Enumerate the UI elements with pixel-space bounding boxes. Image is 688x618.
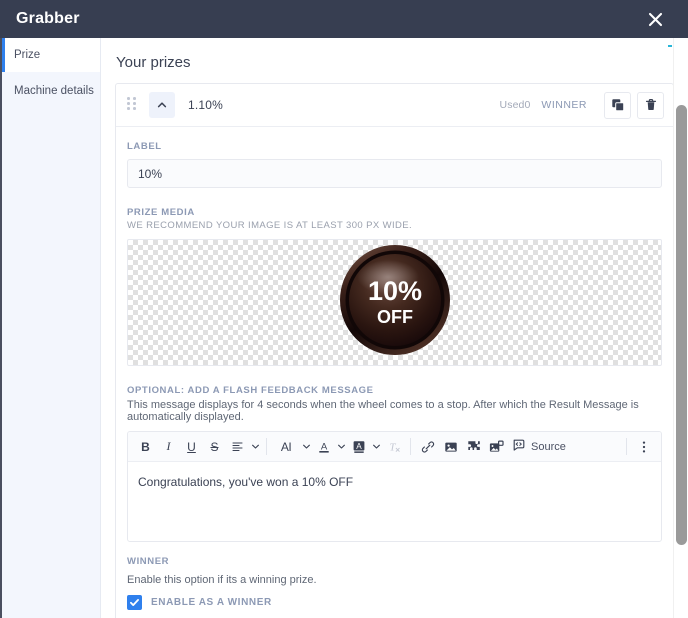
- text-color-button[interactable]: A: [313, 436, 334, 457]
- prize-card-header: 1.10% Used0 WINNER: [116, 84, 673, 127]
- chevron-down-icon: [337, 438, 346, 456]
- prize-card: 1.10% Used0 WINNER LABEL 10% PRIZE MEDIA…: [115, 83, 674, 618]
- main-panel: Your prizes 1.10% Used0 WINNER LABEL 10%…: [101, 38, 688, 618]
- window-body: Prize Machine details Your prizes 1.10% …: [0, 38, 688, 618]
- close-button[interactable]: [642, 6, 668, 32]
- collapse-toggle-button[interactable]: [149, 92, 175, 118]
- font-size-dropdown-caret[interactable]: [300, 436, 312, 457]
- puzzle-piece-icon: [467, 440, 481, 454]
- highlight-dropdown-caret[interactable]: [370, 436, 382, 457]
- drag-dots-icon[interactable]: [127, 97, 141, 113]
- image-icon: [444, 440, 458, 454]
- trash-icon: [644, 98, 658, 112]
- flash-message-title: OPTIONAL: ADD A FLASH FEEDBACK MESSAGE: [127, 385, 374, 396]
- delete-prize-button[interactable]: [637, 91, 664, 119]
- checkmark-icon: [129, 597, 140, 608]
- template-button[interactable]: [463, 436, 484, 457]
- sidebar-item-prize[interactable]: Prize: [2, 38, 100, 72]
- bold-button[interactable]: B: [135, 436, 156, 457]
- window-title-bar: Grabber: [0, 0, 688, 38]
- insert-image-button[interactable]: [440, 436, 461, 457]
- editor-content[interactable]: Congratulations, you've won a 10% OFF: [128, 462, 661, 541]
- source-button[interactable]: Source: [508, 436, 570, 457]
- svg-text:T: T: [389, 441, 396, 453]
- insert-media-button[interactable]: [486, 436, 507, 457]
- label-field-title: LABEL: [127, 141, 162, 152]
- vertical-scrollbar-track[interactable]: [673, 38, 688, 618]
- flash-message-helper: This message displays for 4 seconds when…: [127, 399, 639, 423]
- source-label: Source: [531, 440, 566, 453]
- remove-format-icon: T: [387, 440, 401, 454]
- scroll-marker: [668, 45, 672, 47]
- editor-toolbar: B I U S AI A A T Source: [128, 432, 661, 462]
- font-size-button[interactable]: AI: [273, 436, 299, 457]
- svg-text:10%: 10%: [367, 276, 421, 306]
- sidebar-item-label: Prize: [14, 49, 41, 61]
- kebab-menu-icon: [642, 440, 646, 454]
- prize-media-preview[interactable]: 10% OFF: [127, 239, 662, 366]
- chevron-down-icon: [251, 438, 260, 456]
- sidebar-item-label: Machine details: [14, 85, 94, 97]
- prize-media-title: PRIZE MEDIA: [127, 207, 195, 218]
- winner-badge: WINNER: [541, 99, 587, 111]
- copy-icon: [611, 98, 625, 112]
- sidebar-item-machine-details[interactable]: Machine details: [2, 72, 100, 110]
- align-button[interactable]: [227, 436, 248, 457]
- link-icon: [421, 440, 435, 454]
- sidebar: Prize Machine details: [2, 38, 101, 618]
- winner-description: Enable this option if its a winning priz…: [127, 574, 317, 586]
- close-x-icon: [648, 12, 663, 27]
- prize-card-body: LABEL PRIZE MEDIA WE RECOMMEND YOUR IMAG…: [116, 127, 673, 618]
- enable-as-winner-label: ENABLE AS A WINNER: [151, 597, 272, 608]
- prize-percentage: 1.10%: [188, 98, 224, 112]
- svg-text:A: A: [320, 441, 327, 452]
- enable-as-winner-checkbox[interactable]: [127, 595, 142, 610]
- winner-section-title: WINNER: [127, 556, 170, 567]
- text-color-dropdown-caret[interactable]: [335, 436, 347, 457]
- underline-button[interactable]: U: [181, 436, 202, 457]
- chevron-down-icon: [302, 438, 311, 456]
- link-button[interactable]: [417, 436, 438, 457]
- toolbar-divider: [410, 438, 411, 455]
- prize-media-subtitle: WE RECOMMEND YOUR IMAGE IS AT LEAST 300 …: [127, 220, 413, 231]
- page-title: Your prizes: [116, 54, 191, 71]
- highlight-color-button[interactable]: A: [348, 436, 369, 457]
- strikethrough-button[interactable]: S: [204, 436, 225, 457]
- used-count-label: Used0: [499, 99, 531, 111]
- toolbar-divider: [626, 438, 627, 455]
- remove-format-button[interactable]: T: [383, 436, 404, 457]
- toolbar-divider: [266, 438, 267, 455]
- duplicate-prize-button[interactable]: [604, 91, 631, 119]
- text-color-icon: A: [317, 440, 331, 454]
- svg-text:OFF: OFF: [377, 307, 413, 327]
- highlight-color-icon: A: [352, 440, 366, 454]
- winner-section: WINNER Enable this option if its a winni…: [127, 556, 662, 618]
- editor-overflow-button[interactable]: [633, 436, 654, 457]
- chevron-down-icon: [372, 438, 381, 456]
- label-input[interactable]: [127, 159, 662, 188]
- italic-button[interactable]: I: [158, 436, 179, 457]
- enable-as-winner-row[interactable]: ENABLE AS A WINNER: [127, 595, 662, 610]
- vertical-scrollbar-thumb[interactable]: [676, 105, 687, 545]
- source-code-icon: [512, 438, 527, 455]
- rich-text-editor: B I U S AI A A T Source Congratulations,…: [127, 431, 662, 542]
- app-window: Grabber Prize Machine details Your prize…: [0, 0, 688, 618]
- prize-image: 10% OFF: [338, 243, 452, 362]
- svg-text:A: A: [356, 441, 362, 450]
- align-left-icon: [231, 440, 244, 453]
- align-dropdown-caret[interactable]: [249, 436, 261, 457]
- insert-media-icon: [489, 440, 504, 454]
- chevron-up-icon: [156, 99, 168, 111]
- window-title: Grabber: [16, 10, 80, 27]
